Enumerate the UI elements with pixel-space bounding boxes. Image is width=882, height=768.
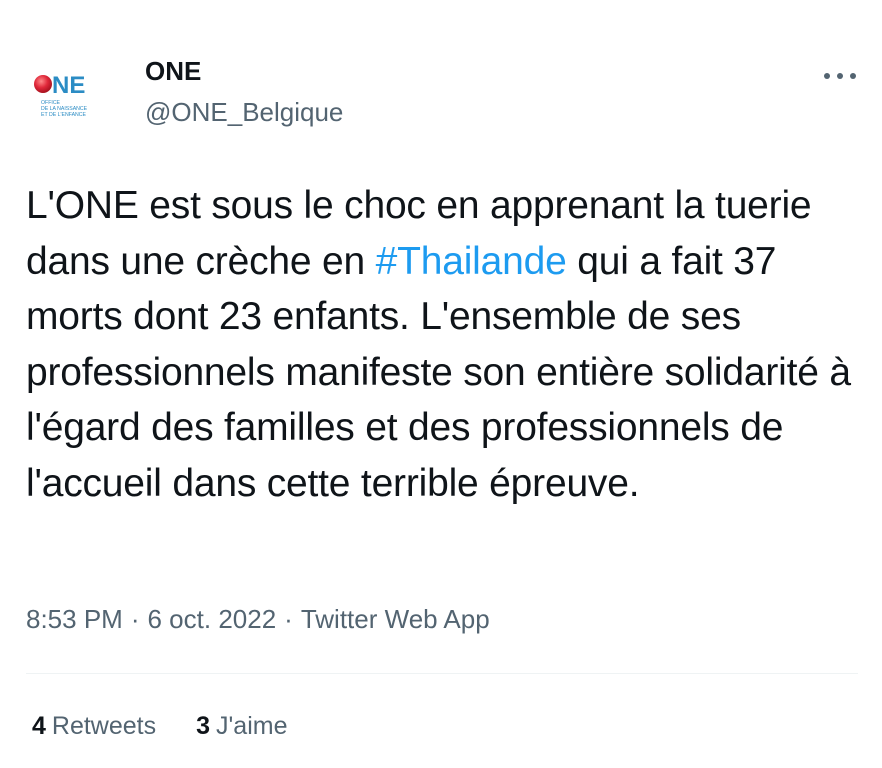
- more-options-button[interactable]: [820, 62, 860, 90]
- author-name[interactable]: ONE: [145, 56, 201, 87]
- author-handle[interactable]: @ONE_Belgique: [145, 97, 343, 128]
- more-horizontal-icon: [824, 73, 856, 79]
- svg-text:ET DE L'ENFANCE: ET DE L'ENFANCE: [41, 112, 87, 118]
- author-avatar[interactable]: NE OFFICE DE LA NAISSANCE ET DE L'ENFANC…: [24, 48, 120, 144]
- retweets-count: 4: [32, 712, 46, 740]
- tweet-source[interactable]: Twitter Web App: [301, 604, 490, 634]
- divider: [26, 673, 858, 674]
- likes-count: 3: [196, 712, 211, 740]
- svg-text:NE: NE: [52, 72, 85, 99]
- retweets-label: Retweets: [51, 712, 157, 740]
- tweet-date[interactable]: 6 oct. 2022: [148, 604, 277, 634]
- tweet-time[interactable]: 8:53 PM: [26, 604, 123, 634]
- likes-stat[interactable]: 3 J'aime: [196, 712, 287, 741]
- tweet-stats: 4 Retweets 3 J'aime: [32, 712, 288, 741]
- meta-separator: ·: [130, 604, 140, 634]
- retweets-stat[interactable]: 4 Retweets: [32, 712, 156, 741]
- likes-label: J'aime: [216, 712, 288, 740]
- one-logo-icon: NE OFFICE DE LA NAISSANCE ET DE L'ENFANC…: [24, 48, 120, 144]
- hashtag-link[interactable]: #Thailande: [376, 240, 567, 283]
- tweet-meta: 8:53 PM · 6 oct. 2022 · Twitter Web App: [26, 604, 490, 635]
- tweet-text: L'ONE est sous le choc en apprenant la t…: [26, 178, 866, 511]
- meta-separator: ·: [284, 604, 293, 634]
- tweet-card: NE OFFICE DE LA NAISSANCE ET DE L'ENFANC…: [0, 0, 882, 768]
